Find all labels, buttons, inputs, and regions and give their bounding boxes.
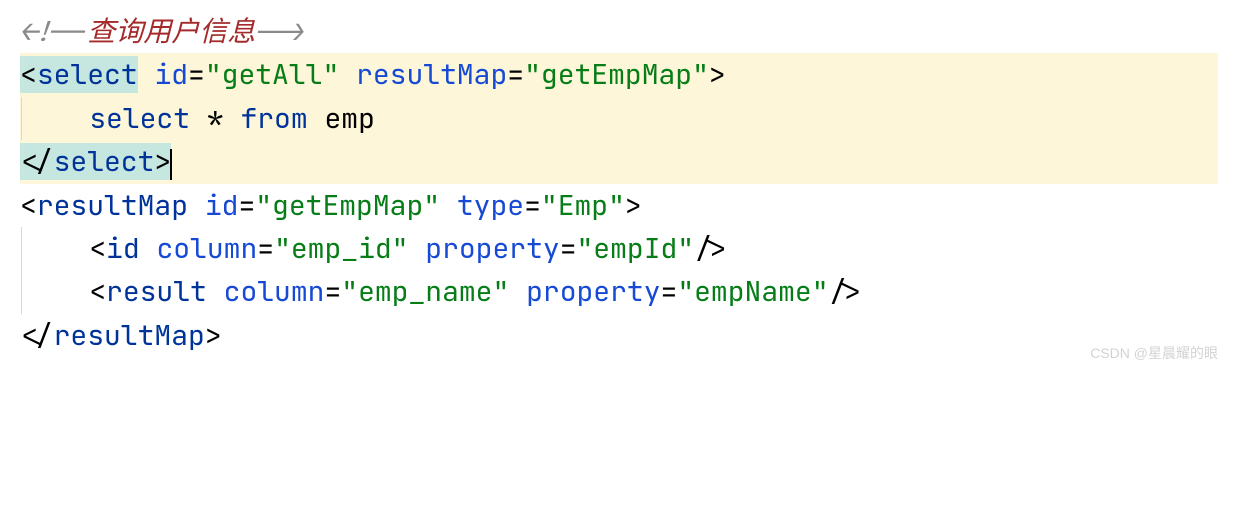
- tag-open-bracket: <: [89, 230, 106, 267]
- code-line-3: select * from emp: [20, 97, 1218, 140]
- indent: [21, 227, 89, 270]
- code-line-8: </resultMap>: [20, 314, 1218, 357]
- space: [339, 56, 356, 93]
- code-line-7: <result column="emp_name" property="empN…: [20, 270, 1218, 313]
- code-line-4: </select>: [20, 140, 1218, 183]
- space: [190, 100, 207, 137]
- equals: =: [324, 273, 341, 310]
- equals: =: [188, 56, 205, 93]
- tag-self-close: />: [694, 230, 728, 267]
- code-line-1: <!--查询用户信息-->: [20, 10, 1218, 53]
- tag-close-bracket: >: [625, 187, 642, 224]
- tag-close-bracket: >: [154, 143, 171, 180]
- space: [138, 56, 155, 93]
- space: [224, 100, 241, 137]
- attr-value-getempmap: "getEmpMap": [524, 56, 709, 93]
- indent: [21, 270, 89, 313]
- equals: =: [661, 273, 678, 310]
- attr-property: property: [425, 230, 559, 267]
- attr-value-empname-prop: "empName": [677, 273, 828, 310]
- tag-select: select: [37, 56, 138, 93]
- sql-star: *: [207, 100, 224, 137]
- tag-close-open-bracket: </: [20, 143, 54, 180]
- tag-select-close: select: [54, 143, 155, 180]
- tag-resultmap-close: resultMap: [54, 317, 205, 354]
- equals: =: [524, 187, 541, 224]
- tag-close-bracket: >: [709, 56, 726, 93]
- space: [408, 230, 425, 267]
- equals: =: [507, 56, 524, 93]
- sql-from: from: [240, 100, 307, 137]
- attr-value-getall: "getAll": [205, 56, 339, 93]
- comment-open: <!--: [20, 13, 87, 50]
- sql-select: select: [89, 100, 190, 137]
- sql-table-emp: emp: [324, 100, 374, 137]
- space: [308, 100, 325, 137]
- indent: [21, 97, 89, 140]
- attr-resultmap: resultMap: [356, 56, 507, 93]
- attr-value-getempmap: "getEmpMap": [255, 187, 440, 224]
- space: [140, 230, 157, 267]
- tag-open-bracket: <: [20, 187, 37, 224]
- tag-open-bracket: <: [20, 56, 37, 93]
- code-line-6: <id column="emp_id" property="empId"/>: [20, 227, 1218, 270]
- comment-text: 查询用户信息: [87, 13, 255, 50]
- attr-value-empid-col: "emp_id": [274, 230, 408, 267]
- attr-id: id: [154, 56, 188, 93]
- space: [440, 187, 457, 224]
- tag-open-bracket: <: [89, 273, 106, 310]
- tag-close-bracket: >: [205, 317, 222, 354]
- equals: =: [238, 187, 255, 224]
- tag-close-open-bracket: </: [20, 317, 54, 354]
- attr-value-empid-prop: "empId": [577, 230, 695, 267]
- attr-type: type: [457, 187, 524, 224]
- code-line-5: <resultMap id="getEmpMap" type="Emp">: [20, 184, 1218, 227]
- space: [188, 187, 205, 224]
- code-line-2: <select id="getAll" resultMap="getEmpMap…: [20, 53, 1218, 96]
- tag-result: result: [106, 273, 207, 310]
- equals: =: [560, 230, 577, 267]
- space: [509, 273, 526, 310]
- space: [207, 273, 224, 310]
- attr-column: column: [224, 273, 325, 310]
- tag-resultmap: resultMap: [37, 187, 188, 224]
- text-cursor: [170, 149, 172, 180]
- attr-value-empname-col: "emp_name": [341, 273, 509, 310]
- tag-self-close: />: [829, 273, 863, 310]
- attr-column: column: [156, 230, 257, 267]
- attr-id: id: [205, 187, 239, 224]
- attr-value-emp: "Emp": [541, 187, 625, 224]
- equals: =: [257, 230, 274, 267]
- comment-close: -->: [255, 13, 305, 50]
- attr-property: property: [526, 273, 660, 310]
- tag-id: id: [106, 230, 140, 267]
